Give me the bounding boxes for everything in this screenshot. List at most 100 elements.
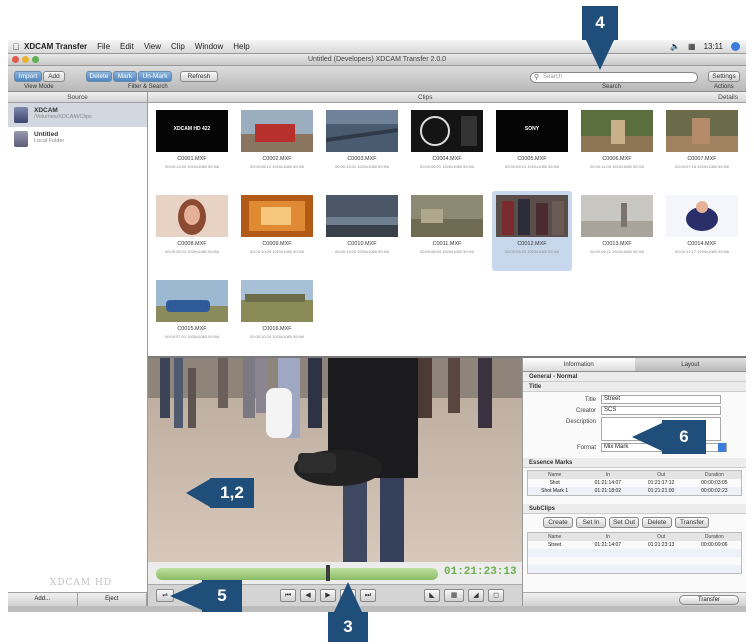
clip-name: C0002.MXF: [262, 156, 292, 162]
delete-button[interactable]: Delete: [86, 71, 112, 82]
section-subclips[interactable]: SubClips: [523, 504, 746, 514]
menu-file[interactable]: File: [97, 42, 110, 51]
source-item-untitled[interactable]: Untitled Local Folder: [8, 127, 147, 151]
sidebar-header: Source: [8, 92, 147, 103]
table-row[interactable]: Shot 01:21:14:07 01:21:17:12 00:00:03:05: [528, 479, 741, 487]
clip-thumbnail: [326, 110, 398, 152]
creator-field[interactable]: SCS: [601, 406, 721, 415]
transfer-button[interactable]: Transfer: [679, 595, 739, 605]
zoom-window-button[interactable]: [32, 56, 39, 63]
clip-tile[interactable]: C0011.MXF 00:00:08:03 1920x1080 59.94i: [407, 191, 487, 271]
clip-metadata: 00:00:09:20 1920x1080 59.94i: [504, 249, 560, 254]
add-source-button[interactable]: Add...: [8, 593, 78, 606]
mark-out-icon[interactable]: ◢: [468, 589, 484, 602]
add-button[interactable]: Add: [43, 71, 65, 82]
clip-tile[interactable]: C0006.MXF 00:00:11:05 1920x1080 59.94i: [577, 106, 657, 186]
column-header[interactable]: Duration: [688, 533, 741, 541]
clip-thumbnail: [581, 110, 653, 152]
column-header[interactable]: In: [581, 471, 634, 479]
clip-tile[interactable]: C0016.MXF 00:00:10:24 1920x1080 59.94i: [237, 276, 317, 356]
clip-tile[interactable]: C0004.MXF 00:00:06:21 1920x1080 59.94i: [407, 106, 487, 186]
go-to-start-icon[interactable]: ⏮: [280, 589, 296, 602]
clip-tile[interactable]: XDCAM HD 422 C0001.MXF 00:00:12:00 1920x10…: [152, 106, 232, 186]
mark-in-icon[interactable]: ◣: [424, 589, 440, 602]
playhead[interactable]: [326, 565, 331, 581]
menu-view[interactable]: View: [144, 42, 161, 51]
column-header[interactable]: Out: [635, 533, 688, 541]
delete-subclip-button[interactable]: Delete: [642, 517, 672, 528]
clip-tile[interactable]: C0003.MXF 00:00:15:02 1920x1080 59.94i: [322, 106, 402, 186]
clip-thumbnail: [666, 195, 738, 237]
go-to-end-icon[interactable]: ⏭: [360, 589, 376, 602]
clip-tile[interactable]: C0009.MXF 00:00:10:09 1920x1080 59.94i: [237, 191, 317, 271]
section-general[interactable]: General - Normal: [523, 372, 746, 382]
callout-1-2-arrow: [186, 479, 210, 507]
grid-view-icon[interactable]: ▦: [444, 589, 464, 602]
menu-help[interactable]: Help: [233, 42, 249, 51]
minimize-window-button[interactable]: [22, 56, 29, 63]
search-field[interactable]: ⚲ Search: [530, 72, 698, 83]
clip-tile[interactable]: C0007.MXF 00:00:07:18 1920x1080 59.94i: [662, 106, 742, 186]
column-header[interactable]: Out: [635, 471, 688, 479]
table-cell: 01:21:21:00: [647, 488, 675, 494]
menu-edit[interactable]: Edit: [120, 42, 134, 51]
refresh-button[interactable]: Refresh: [180, 71, 218, 82]
transfer-subclip-button[interactable]: Transfer: [675, 517, 709, 528]
display-icon[interactable]: ▦: [688, 42, 696, 51]
clip-name: C0004.MXF: [432, 156, 462, 162]
callout-6-arrow: [632, 423, 662, 451]
volume-icon[interactable]: 🔈: [670, 42, 680, 51]
clip-tile[interactable]: C0015.MXF 00:00:07:01 1920x1080 59.94i: [152, 276, 232, 356]
fullscreen-icon[interactable]: ◻: [488, 589, 504, 602]
unmark-button[interactable]: Un-Mark: [138, 71, 172, 82]
clip-thumbnail: [411, 110, 483, 152]
table-row[interactable]: Shot Mark 1 01:21:18:02 01:21:21:00 00:0…: [528, 487, 741, 495]
clip-tile[interactable]: C0014.MXF 00:00:12:17 1920x1080 59.94i: [662, 191, 742, 271]
spotlight-icon[interactable]: [731, 42, 740, 51]
subclips-table: Name In Out Duration Street 01:21:14:07 …: [527, 532, 742, 574]
menubar-clock[interactable]: 13:11: [704, 42, 723, 51]
clip-thumbnail: XDCAM HD 422: [156, 110, 228, 152]
clip-name: C0015.MXF: [177, 326, 207, 332]
menu-app-name[interactable]: XDCAM Transfer: [24, 42, 87, 51]
clip-tile[interactable]: C0010.MXF 00:00:13:00 1920x1080 59.94i: [322, 191, 402, 271]
title-field-label: Title: [584, 397, 596, 403]
tab-information[interactable]: Information: [523, 358, 635, 371]
clip-tile[interactable]: SONY C0005.MXF 00:00:09:14 1920x1080 59.94…: [492, 106, 572, 186]
title-field[interactable]: Street: [601, 395, 721, 404]
column-header[interactable]: Duration: [688, 471, 741, 479]
table-cell: 00:00:03:05: [701, 480, 728, 486]
mark-button[interactable]: Mark: [113, 71, 137, 82]
section-title[interactable]: Title: [523, 382, 746, 392]
section-essence-marks[interactable]: Essence Marks: [523, 458, 746, 468]
details-header-label: Details: [718, 94, 738, 101]
column-header[interactable]: In: [581, 533, 634, 541]
timeline-scrubber[interactable]: [156, 568, 438, 580]
chevron-down-icon: [718, 443, 726, 452]
thumbnail-caption: XDCAM HD 422: [173, 126, 211, 132]
eject-button[interactable]: Eject: [78, 593, 147, 606]
table-cell: Street: [547, 542, 562, 548]
tab-layout[interactable]: Layout: [635, 358, 747, 371]
clip-tile[interactable]: C0012.MXF 00:00:09:20 1920x1080 59.94i: [492, 191, 572, 271]
source-item-xdcam[interactable]: XDCAM /Volumes/XDCAM/Clips: [8, 103, 147, 127]
column-header[interactable]: Name: [528, 471, 581, 479]
sidebar-footer: Add... Eject: [8, 592, 147, 606]
clip-tile[interactable]: C0013.MXF 00:00:06:11 1920x1080 59.94i: [577, 191, 657, 271]
clip-browser: Clips Details XDCAM HD 422 C0001.MXF 00:00…: [148, 92, 746, 356]
clip-tile[interactable]: C0008.MXF 00:00:05:22 1920x1080 59.94i: [152, 191, 232, 271]
close-window-button[interactable]: [12, 56, 19, 63]
import-button[interactable]: Import: [14, 71, 42, 82]
table-row[interactable]: Street 01:21:14:07 01:21:23:13 00:00:09:…: [528, 541, 741, 549]
step-back-icon[interactable]: ◀: [300, 589, 316, 602]
xdcam-logo: XDCAM HD: [49, 578, 113, 588]
set-out-button[interactable]: Set Out: [609, 517, 639, 528]
apple-menu-icon[interactable]: : [8, 42, 24, 52]
menu-clip[interactable]: Clip: [171, 42, 185, 51]
clip-tile[interactable]: C0002.MXF 00:00:08:10 1920x1080 59.94i: [237, 106, 317, 186]
set-in-button[interactable]: Set In: [576, 517, 606, 528]
column-header[interactable]: Name: [528, 533, 581, 541]
menu-window[interactable]: Window: [195, 42, 223, 51]
create-subclip-button[interactable]: Create: [543, 517, 573, 528]
settings-button[interactable]: Settings: [708, 71, 740, 82]
